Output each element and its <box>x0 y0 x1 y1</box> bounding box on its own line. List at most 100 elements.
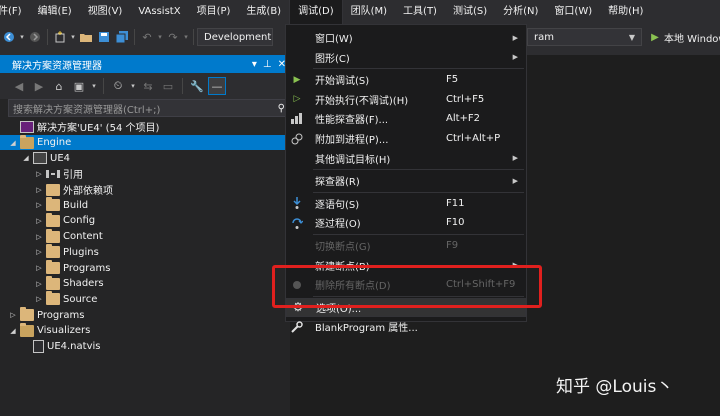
menu-vassistx[interactable]: VAssistX <box>130 0 188 24</box>
collapsed-arrow-icon[interactable]: ▷ <box>34 217 44 225</box>
menu-item-shortcut: Ctrl+Alt+P <box>446 133 501 144</box>
menu-edit[interactable]: 编辑(E) <box>30 0 80 24</box>
search-input[interactable]: 搜索解决方案资源管理器(Ctrl+;) ⚲ <box>8 99 290 117</box>
pin-icon[interactable]: ⊥ <box>263 59 272 70</box>
chevron-down-icon[interactable]: ▾ <box>129 77 137 95</box>
tree-item[interactable]: ▷ Programs <box>0 260 290 276</box>
menu-file[interactable]: 件(F) <box>0 0 30 24</box>
collapsed-arrow-icon[interactable]: ▷ <box>34 170 44 178</box>
forward-icon[interactable]: ▶ <box>30 77 48 95</box>
debug-menu-item[interactable]: 性能探查器(F)... Alt+F2 <box>286 109 526 128</box>
tree-item-label: Config <box>63 215 96 227</box>
redo-icon[interactable]: ↷ <box>164 28 182 46</box>
properties-wrench-icon[interactable]: 🔧 <box>188 77 206 95</box>
chevron-down-icon[interactable]: ▾ <box>90 77 98 95</box>
debug-menu-item[interactable]: 窗口(W) ▶ <box>286 28 526 47</box>
menu-help[interactable]: 帮助(H) <box>600 0 651 24</box>
tree-item[interactable]: ◢ Visualizers <box>0 322 290 339</box>
chevron-down-icon[interactable]: ▾ <box>182 28 190 46</box>
tree-item[interactable]: 解决方案'UE4' (54 个项目) <box>0 119 290 135</box>
menu-test[interactable]: 测试(S) <box>445 0 495 24</box>
sync-icon[interactable]: ⇆ <box>139 77 157 95</box>
collapsed-arrow-icon[interactable]: ▷ <box>34 233 44 241</box>
tree-item-label: Visualizers <box>37 325 91 337</box>
tree-item[interactable]: ▷ Content <box>0 228 290 245</box>
switch-views-icon[interactable]: ▣ <box>70 77 88 95</box>
configuration-value: Development E <box>204 31 272 43</box>
menu-project[interactable]: 项目(P) <box>189 0 239 24</box>
debug-menu-item[interactable]: 逐语句(S) F11 <box>286 194 526 213</box>
menu-item-label: 开始执行(不调试)(H) <box>315 95 409 107</box>
menu-item-label: 逐过程(O) <box>315 219 361 231</box>
preview-icon[interactable]: — <box>208 77 226 95</box>
tree-item[interactable]: ▷ 外部依赖项 <box>0 182 290 198</box>
menu-tools[interactable]: 工具(T) <box>395 0 445 24</box>
solution-explorer-toolbar: ◀ ▶ ⌂ ▣ ▾ ⏲ ▾ ⇆ ▭ 🔧 — <box>0 73 290 99</box>
folder-icon <box>46 228 60 243</box>
debug-menu-item[interactable]: BlankProgram 属性... <box>286 317 526 336</box>
debug-menu-item[interactable]: 其他调试目标(H) ▶ <box>286 149 526 168</box>
menu-item-label: 开始调试(S) <box>315 76 370 88</box>
collapsed-arrow-icon[interactable]: ▷ <box>34 201 44 209</box>
chevron-down-icon[interactable]: ▾ <box>156 28 164 46</box>
tree-item[interactable]: ▷ Config <box>0 212 290 229</box>
back-icon[interactable]: ◀ <box>10 77 28 95</box>
debug-menu-item[interactable]: 附加到进程(P)... Ctrl+Alt+P <box>286 129 526 148</box>
search-icon[interactable]: ⚲ <box>278 103 285 114</box>
dropdown-icon[interactable]: ▾ <box>252 59 257 70</box>
menu-view[interactable]: 视图(V) <box>80 0 131 24</box>
forward-icon[interactable] <box>26 28 44 46</box>
submenu-arrow-icon: ▶ <box>512 33 518 42</box>
folder-icon <box>46 197 60 212</box>
chevron-down-icon[interactable]: ▾ <box>18 28 26 46</box>
back-icon[interactable] <box>0 28 18 46</box>
menu-window[interactable]: 窗口(W) <box>546 0 600 24</box>
collapsed-arrow-icon[interactable]: ▷ <box>34 248 44 256</box>
refresh-icon[interactable]: ▭ <box>159 77 177 95</box>
menu-build[interactable]: 生成(B) <box>238 0 289 24</box>
solution-configuration-combo[interactable]: Development E <box>197 28 273 46</box>
menu-item-label: 窗口(W) <box>315 34 353 45</box>
tree-item[interactable]: ▷ Build <box>0 197 290 213</box>
home-icon[interactable]: ⌂ <box>50 77 68 95</box>
debug-menu-item[interactable]: 探查器(R) ▶ <box>286 171 526 190</box>
new-project-icon[interactable] <box>51 28 69 46</box>
tree-item[interactable]: UE4.natvis <box>0 339 290 355</box>
play-icon[interactable]: ▶ <box>646 28 664 46</box>
tree-item-label: 引用 <box>63 170 83 182</box>
undo-icon[interactable]: ↶ <box>138 28 156 46</box>
expanded-arrow-icon[interactable]: ◢ <box>8 139 18 147</box>
collapsed-arrow-icon[interactable]: ▷ <box>34 264 44 272</box>
collapsed-arrow-icon[interactable]: ▷ <box>34 280 44 288</box>
menu-analyze[interactable]: 分析(N) <box>495 0 546 24</box>
debug-menu-item[interactable]: 图形(C) ▶ <box>286 48 526 67</box>
menu-debug[interactable]: 调试(D) <box>289 0 343 25</box>
save-all-icon[interactable] <box>113 28 131 46</box>
save-icon[interactable] <box>95 28 113 46</box>
pending-changes-icon[interactable]: ⏲ <box>109 77 127 95</box>
startup-project-combo[interactable]: ram ▼ <box>527 28 642 46</box>
expanded-arrow-icon[interactable]: ◢ <box>8 327 18 335</box>
debug-menu-item[interactable]: ▶ 开始调试(S) F5 <box>286 70 526 89</box>
tree-item[interactable]: ▷ Plugins <box>0 244 290 261</box>
run-target-label[interactable]: 本地 Window <box>664 30 720 45</box>
tree-item[interactable]: ▷ 引用 <box>0 166 290 182</box>
collapsed-arrow-icon[interactable]: ▷ <box>34 295 44 303</box>
menu-team[interactable]: 团队(M) <box>343 0 395 24</box>
play-outline-icon: ▷ <box>293 94 301 105</box>
tree-item[interactable]: ◢ UE4 <box>0 150 290 166</box>
debug-menu-item[interactable]: 逐过程(O) F10 <box>286 213 526 232</box>
folder-icon <box>46 275 60 290</box>
expanded-arrow-icon[interactable]: ◢ <box>21 154 31 162</box>
open-folder-icon[interactable] <box>77 28 95 46</box>
chevron-down-icon[interactable]: ▾ <box>69 28 77 46</box>
collapsed-arrow-icon[interactable]: ▷ <box>34 186 44 194</box>
tree-item[interactable]: ▷ Source <box>0 291 290 308</box>
tree-item-label: Build <box>63 199 89 211</box>
collapsed-arrow-icon[interactable]: ▷ <box>8 311 18 319</box>
tree-item-label: Source <box>63 293 98 305</box>
tree-item[interactable]: ▷ Programs <box>0 307 290 323</box>
debug-menu-item[interactable]: ▷ 开始执行(不调试)(H) Ctrl+F5 <box>286 90 526 109</box>
tree-item[interactable]: ▷ Shaders <box>0 275 290 292</box>
tree-item[interactable]: ◢ Engine <box>0 134 290 151</box>
